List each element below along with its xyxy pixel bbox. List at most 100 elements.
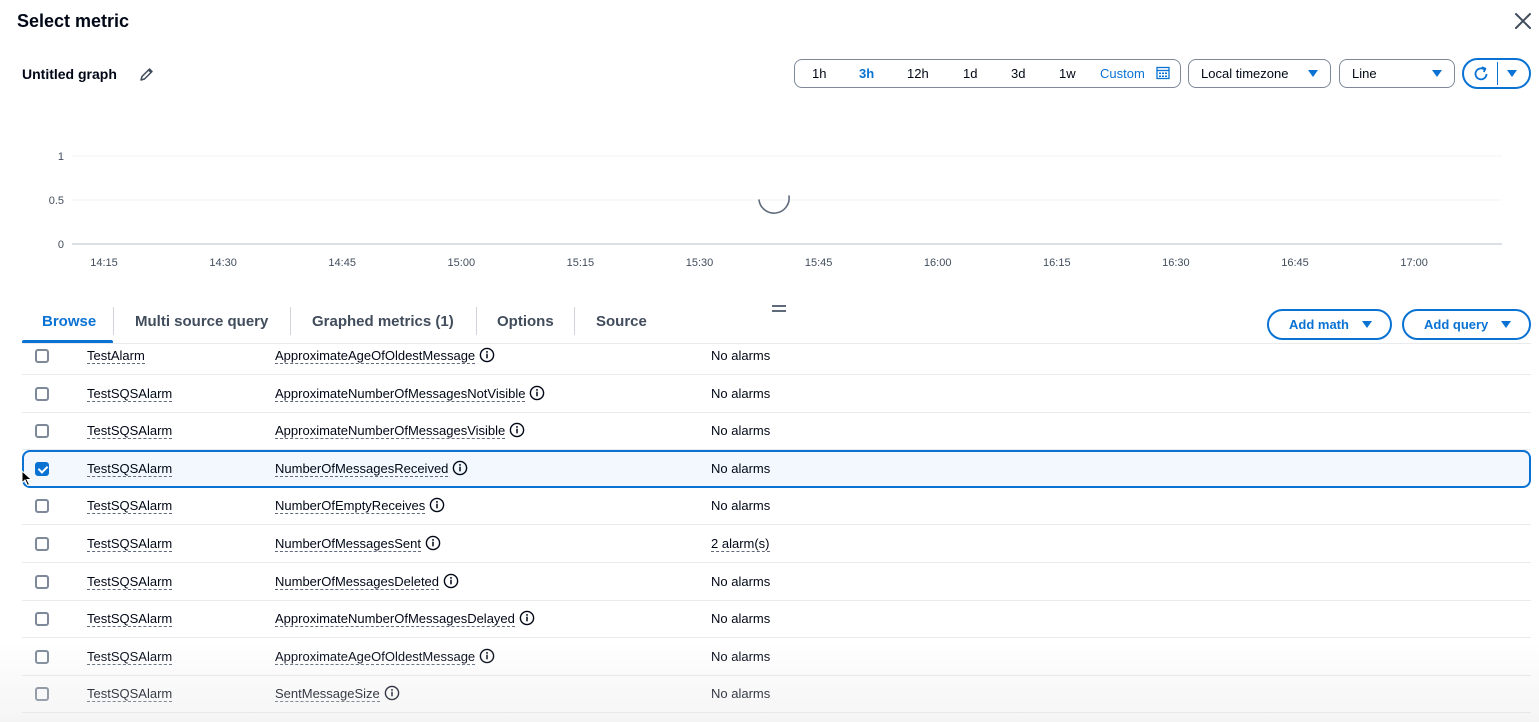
table-row[interactable]: TestSQSAlarm ApproximateNumberOfMessagesN…: [22, 375, 1531, 413]
row-checkbox[interactable]: [35, 575, 49, 589]
table-row[interactable]: TestAlarm ApproximateAgeOfOldestMessage No…: [22, 337, 1531, 375]
tab-separator: [113, 307, 114, 335]
row-resource-name[interactable]: TestAlarm: [87, 349, 145, 364]
tab-graphed-metrics[interactable]: Graphed metrics (1): [312, 313, 454, 330]
row-metric-name[interactable]: ApproximateNumberOfMessagesVisible: [275, 424, 506, 439]
row-resource-name[interactable]: TestSQSAlarm: [87, 687, 173, 702]
table-row[interactable]: TestSQSAlarm NumberOfEmptyReceives No alar…: [22, 487, 1531, 525]
row-resource-name[interactable]: TestSQSAlarm: [87, 387, 173, 402]
row-resource-name[interactable]: TestSQSAlarm: [87, 650, 173, 665]
metric-chart: 1 0.5 0 14:15 14:30 14:45 15:00 15:15 15:30 15:45…: [49, 151, 1502, 269]
table-row[interactable]: TestSQSAlarm ApproximateNumberOfMessagesV…: [22, 412, 1531, 450]
x-tick-label: 14:45: [328, 257, 356, 269]
row-alarm-status: No alarms: [711, 611, 771, 626]
resize-handle[interactable]: [772, 305, 786, 315]
table-row[interactable]: TestSQSAlarm NumberOfMessagesReceived No a…: [22, 450, 1531, 488]
table-row[interactable]: TestSQSAlarm NumberOfMessagesSent 2 alarm(…: [22, 525, 1531, 563]
row-resource-name[interactable]: TestSQSAlarm: [87, 575, 173, 590]
row-metric-name[interactable]: ApproximateNumberOfMessagesDelayed: [275, 612, 515, 627]
row-metric-name[interactable]: NumberOfMessagesSent: [275, 537, 421, 552]
row-checkbox[interactable]: [35, 424, 49, 438]
row-checkbox[interactable]: [35, 650, 49, 664]
row-alarm-status[interactable]: 2 alarm(s): [711, 537, 770, 552]
x-tick-label: 15:15: [567, 257, 595, 269]
row-alarm-status: No alarms: [711, 649, 771, 664]
row-metric-name[interactable]: NumberOfEmptyReceives: [275, 499, 426, 514]
row-metric-name[interactable]: SentMessageSize: [275, 687, 380, 702]
range-1h[interactable]: 1h: [812, 66, 826, 81]
info-icon[interactable]: [519, 610, 535, 626]
info-icon[interactable]: [509, 422, 525, 438]
tab-source[interactable]: Source: [596, 313, 647, 330]
x-tick-label: 14:15: [90, 257, 118, 269]
add-math-button[interactable]: Add math: [1267, 309, 1392, 340]
row-checkbox[interactable]: [35, 349, 49, 363]
x-tick-label: 16:15: [1043, 257, 1071, 269]
row-metric-name[interactable]: ApproximateAgeOfOldestMessage: [275, 650, 476, 665]
tab-separator: [574, 307, 575, 335]
range-3d[interactable]: 3d: [1011, 66, 1025, 81]
tab-options[interactable]: Options: [497, 313, 554, 330]
timezone-select-value: Local timezone: [1201, 66, 1289, 81]
close-icon[interactable]: [1512, 10, 1534, 32]
table-row[interactable]: TestSQSAlarm SentMessageSize No alarms: [22, 675, 1531, 713]
row-metric-name[interactable]: ApproximateNumberOfMessagesNotVisible: [275, 387, 526, 402]
x-tick-label: 15:45: [805, 257, 833, 269]
modal-title: Select metric: [17, 11, 130, 31]
row-alarm-status: No alarms: [711, 574, 771, 589]
row-alarm-status: No alarms: [711, 386, 771, 401]
tab-separator: [476, 307, 477, 335]
divider: [1497, 62, 1498, 85]
mouse-cursor-icon: [21, 470, 33, 487]
refresh-icon[interactable]: [1472, 65, 1490, 83]
info-icon[interactable]: [452, 460, 468, 476]
row-resource-name[interactable]: TestSQSAlarm: [87, 499, 173, 514]
info-icon[interactable]: [425, 535, 441, 551]
table-row[interactable]: TestSQSAlarm ApproximateAgeOfOldestMessag…: [22, 638, 1531, 676]
graph-type-select-value: Line: [1352, 66, 1377, 81]
tab-browse[interactable]: Browse: [42, 313, 96, 330]
range-custom[interactable]: Custom: [1100, 66, 1145, 81]
info-icon[interactable]: [479, 648, 495, 664]
add-math-label: Add math: [1289, 317, 1349, 332]
table-row[interactable]: TestSQSAlarm NumberOfMessagesDeleted No al…: [22, 563, 1531, 601]
x-tick-label: 15:00: [448, 257, 476, 269]
info-icon[interactable]: [529, 385, 545, 401]
row-alarm-status: No alarms: [711, 686, 771, 701]
row-checkbox[interactable]: [35, 612, 49, 626]
range-1w[interactable]: 1w: [1059, 66, 1076, 81]
info-icon[interactable]: [479, 347, 495, 363]
info-icon[interactable]: [443, 573, 459, 589]
timezone-select[interactable]: Local timezone: [1188, 59, 1331, 88]
row-metric-name[interactable]: NumberOfMessagesDeleted: [275, 575, 440, 590]
graph-type-select[interactable]: Line: [1339, 59, 1455, 88]
range-12h[interactable]: 12h: [907, 66, 929, 81]
table-row[interactable]: TestSQSAlarm ApproximateNumberOfMessagesD…: [22, 600, 1531, 638]
info-icon[interactable]: [429, 497, 445, 513]
calendar-icon[interactable]: [1156, 66, 1170, 80]
row-checkbox[interactable]: [35, 462, 49, 476]
refresh-options-caret-icon[interactable]: [1507, 70, 1517, 77]
refresh-button-group: [1462, 58, 1531, 89]
row-checkbox[interactable]: [35, 499, 49, 513]
row-resource-name[interactable]: TestSQSAlarm: [87, 612, 173, 627]
row-checkbox[interactable]: [35, 387, 49, 401]
row-resource-name[interactable]: TestSQSAlarm: [87, 537, 173, 552]
add-query-button[interactable]: Add query: [1402, 309, 1531, 340]
range-3h[interactable]: 3h: [859, 66, 874, 81]
row-alarm-status: No alarms: [711, 423, 771, 438]
range-1d[interactable]: 1d: [963, 66, 977, 81]
caret-down-icon: [1308, 70, 1318, 77]
row-checkbox[interactable]: [35, 537, 49, 551]
row-resource-name[interactable]: TestSQSAlarm: [87, 462, 173, 477]
pencil-icon[interactable]: [139, 67, 154, 82]
row-alarm-status: No alarms: [711, 461, 771, 476]
row-metric-name[interactable]: ApproximateAgeOfOldestMessage: [275, 349, 476, 364]
row-metric-name[interactable]: NumberOfMessagesReceived: [275, 462, 449, 477]
row-checkbox[interactable]: [35, 687, 49, 701]
row-resource-name[interactable]: TestSQSAlarm: [87, 424, 173, 439]
x-tick-label: 16:00: [924, 257, 952, 269]
y-tick-label: 1: [58, 151, 64, 163]
info-icon[interactable]: [384, 685, 400, 701]
tab-multi-source-query[interactable]: Multi source query: [135, 313, 268, 330]
